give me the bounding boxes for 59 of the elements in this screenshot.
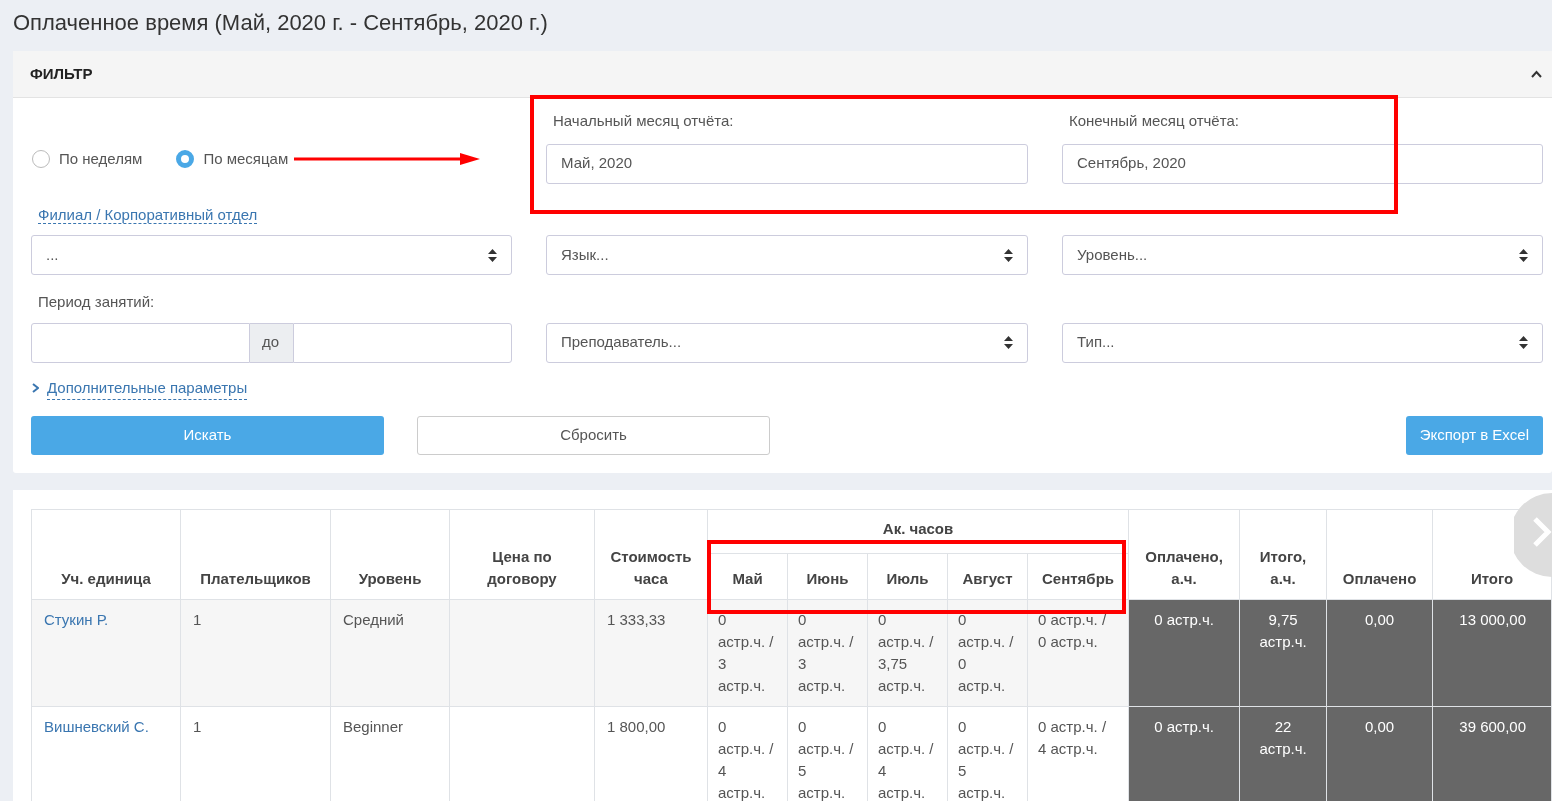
chevron-right-icon[interactable] [32,383,39,394]
more-params-link[interactable]: Дополнительные параметры [47,376,248,400]
month-field[interactable]: Май, 2020 [546,143,1028,184]
table-cell: 1 333,33 [594,599,708,707]
column-header: Цена по договору [449,509,595,600]
column-header: Плательщиков [180,509,331,600]
field-label: Период занятий: [37,292,156,312]
select-arrows-icon [1004,248,1013,262]
table-cell: 0 астр.ч. / 0 астр.ч. [947,599,1028,707]
select-field[interactable]: Тип... [1062,322,1543,363]
select-field[interactable]: Язык... [546,235,1028,275]
select-arrows-icon [1519,248,1528,262]
column-header: Июнь [787,553,868,600]
table-cell: 0 астр.ч. [1128,706,1240,801]
column-header: Июль [867,553,948,600]
filter-title: ФИЛЬТР [30,63,93,84]
table-cell: 1 [180,599,331,707]
range-separator: до [250,322,293,363]
table-cell: Средний [330,599,450,707]
student-link[interactable]: Стукин Р. [44,611,109,628]
student-link[interactable]: Вишневский С. [44,718,149,735]
column-group-header: Ак. часов [707,509,1129,554]
chevron-up-icon[interactable] [1531,70,1542,78]
column-header: Оплачено [1326,509,1433,600]
month-field[interactable]: Сентябрь, 2020 [1062,143,1543,184]
table-cell: 0 астр.ч. [1128,599,1240,707]
table-cell: 9,75 астр.ч. [1239,599,1327,707]
table-cell: 0,00 [1326,706,1433,801]
table-cell: 39 600,00 [1432,706,1552,801]
table-cell: 0 астр.ч. / 0 астр.ч. [1027,599,1129,707]
select-arrows-icon [488,248,497,262]
date-to-field[interactable] [293,322,512,363]
column-header: Уч. единица [31,509,181,600]
radio-option[interactable]: По неделям [32,147,143,170]
table-cell: 0,00 [1326,599,1433,707]
next-button[interactable] [1514,493,1552,577]
table-cell: 22 астр.ч. [1239,706,1327,801]
select-arrows-icon [1519,336,1528,349]
column-header: Стоимость часа [594,509,708,600]
select-field[interactable]: Преподаватель... [546,322,1028,363]
reset-button[interactable]: Сбросить [417,416,770,455]
date-from-field[interactable] [31,322,250,363]
select-field[interactable]: ... [31,235,512,275]
column-header: Сентябрь [1027,553,1129,600]
column-header: Уровень [330,509,450,600]
column-header: Итого, а.ч. [1239,509,1327,600]
radio-option[interactable]: По месяцам [176,147,289,170]
page-title: Оплаченное время (Май, 2020 г. - Сентябрь, 2020 г.) [12,9,549,37]
table-cell: 13 000,00 [1432,599,1552,707]
field-label: Конечный месяц отчёта: [1068,111,1240,131]
table-cell: 0 астр.ч. / 3 астр.ч. [787,599,868,707]
table-cell: 0 астр.ч. / 3 астр.ч. [707,599,788,707]
column-header: Оплачено, а.ч. [1128,509,1240,600]
select-field[interactable]: Уровень... [1062,235,1543,275]
field-label: Начальный месяц отчёта: [552,111,735,131]
select-arrows-icon [1004,336,1013,349]
table-cell: 0 астр.ч. / 3,75 астр.ч. [867,599,948,707]
column-header: Август [947,553,1028,600]
branch-link[interactable]: Филиал / Корпоративный отдел [38,205,258,224]
